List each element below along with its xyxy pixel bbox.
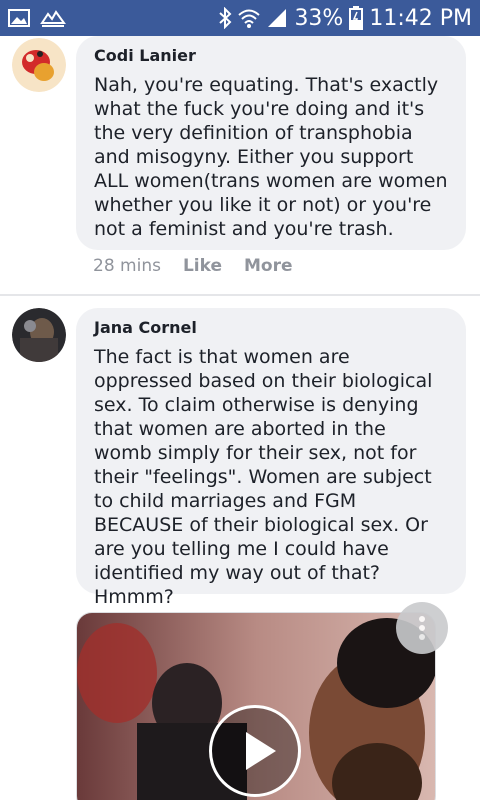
divider xyxy=(0,294,480,296)
comment-author[interactable]: Codi Lanier xyxy=(94,46,448,65)
comment-bubble[interactable]: Jana Cornel The fact is that women are o… xyxy=(76,308,466,608)
avatar[interactable] xyxy=(12,38,66,92)
battery-percentage: 33% xyxy=(294,5,344,31)
comment-text: The fact is that women are oppressed bas… xyxy=(94,346,433,608)
comment-author[interactable]: Jana Cornel xyxy=(94,318,448,337)
signal-icon xyxy=(266,7,288,29)
comment-bubble[interactable]: Codi Lanier Nah, you're equating. That's… xyxy=(76,36,466,250)
comment-timestamp[interactable]: 28 mins xyxy=(93,256,161,276)
more-button[interactable]: More xyxy=(244,256,293,276)
clock: 11:42 PM xyxy=(369,5,472,31)
battery-icon xyxy=(349,6,364,30)
more-options-button[interactable] xyxy=(396,602,448,654)
image-icon xyxy=(8,9,30,27)
video-attachment[interactable] xyxy=(76,612,436,800)
play-icon xyxy=(246,732,276,770)
more-options-icon xyxy=(419,616,425,640)
wifi-icon xyxy=(238,8,261,28)
comment-text: Nah, you're equating. That's exactly wha… xyxy=(94,74,448,240)
avatar[interactable] xyxy=(12,308,66,362)
play-button[interactable] xyxy=(209,705,301,797)
bluetooth-icon xyxy=(218,7,232,29)
comment-actions: 28 mins Like More xyxy=(93,256,293,276)
like-button[interactable]: Like xyxy=(183,256,222,276)
status-bar: 33% 11:42 PM xyxy=(0,0,480,36)
notification-icon xyxy=(40,8,66,28)
